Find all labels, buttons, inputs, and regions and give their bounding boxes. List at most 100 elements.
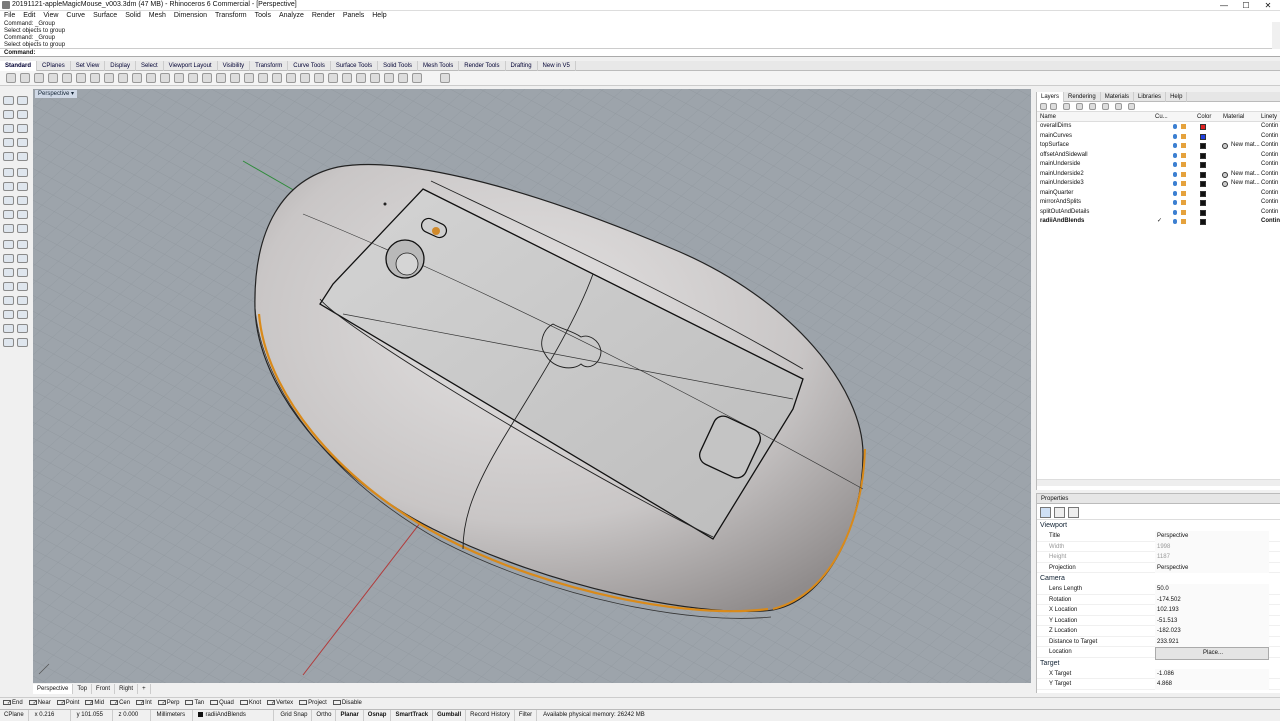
sphere-icon[interactable]: [17, 182, 28, 191]
osnap-toggle[interactable]: Perp: [155, 698, 183, 708]
tab-mesh-tools[interactable]: Mesh Tools: [418, 61, 460, 71]
layer-linetype[interactable]: Contin: [1261, 217, 1280, 227]
layer-name[interactable]: topSurface: [1040, 141, 1069, 151]
grid-icon[interactable]: [230, 73, 240, 83]
layer-row[interactable]: radiiAndBlends ✓ Contin: [1037, 217, 1280, 227]
layer-visibility-bulb-icon[interactable]: [1173, 200, 1177, 205]
layer-linetype[interactable]: Contin: [1261, 122, 1278, 132]
layer-row[interactable]: splitOutAndDetails Contin: [1037, 208, 1280, 218]
status-toggle[interactable]: Planar: [336, 710, 364, 721]
tab-new-in-v5[interactable]: New in V5: [538, 61, 576, 71]
layer-color-swatch[interactable]: [1200, 133, 1206, 140]
layer-lock-icon[interactable]: [1181, 152, 1186, 158]
osnap-checkbox[interactable]: [267, 699, 276, 705]
print-icon[interactable]: [48, 73, 58, 83]
trim-icon[interactable]: [3, 224, 14, 233]
menu-tools[interactable]: Tools: [251, 11, 275, 21]
osnap-checkbox[interactable]: [210, 699, 219, 705]
panel-tab-layers[interactable]: Layers: [1037, 92, 1065, 102]
viewport-properties-icon[interactable]: [1054, 507, 1065, 518]
four-viewports-icon[interactable]: [216, 73, 226, 83]
properties-section-title[interactable]: Camera: [1037, 573, 1280, 584]
properties-icon[interactable]: [62, 73, 72, 83]
viewport-tab-right[interactable]: Right: [115, 684, 139, 694]
osnap-checkbox[interactable]: [28, 699, 37, 705]
osnap-checkbox[interactable]: [239, 699, 248, 705]
array-icon[interactable]: [17, 282, 28, 291]
osnap-checkbox[interactable]: [56, 699, 65, 705]
mirror-icon[interactable]: [3, 282, 14, 291]
snapshot-icon[interactable]: [17, 324, 28, 333]
osnap-toggle[interactable]: Int: [133, 698, 155, 708]
move-up-icon[interactable]: [1076, 103, 1083, 110]
tab-curve-tools[interactable]: Curve Tools: [288, 61, 331, 71]
paste-icon[interactable]: [104, 73, 114, 83]
open-file-icon[interactable]: [20, 73, 30, 83]
new-sublayer-icon[interactable]: [1050, 103, 1057, 110]
status-toggle[interactable]: Ortho: [312, 710, 337, 721]
layer-linetype[interactable]: Contin: [1261, 170, 1278, 180]
col-material[interactable]: Material: [1223, 112, 1244, 122]
layer-linetype[interactable]: Contin: [1261, 189, 1278, 199]
help-question-icon[interactable]: [440, 73, 450, 83]
layer-color-swatch[interactable]: [1200, 209, 1206, 216]
layer-color-swatch[interactable]: [1200, 143, 1206, 149]
layer-linetype[interactable]: Contin: [1261, 132, 1278, 142]
layer-linetype[interactable]: Contin: [1261, 151, 1278, 161]
layer-visibility-bulb-icon[interactable]: [1173, 124, 1177, 129]
undo-icon[interactable]: [118, 73, 128, 83]
osnap-checkbox[interactable]: [3, 699, 11, 705]
panel-tab-rendering[interactable]: Rendering: [1064, 92, 1101, 102]
save-file-icon[interactable]: [34, 73, 44, 83]
tab-standard[interactable]: Standard: [0, 61, 38, 71]
new-file-icon[interactable]: [6, 73, 16, 83]
layer-name[interactable]: radiiAndBlends: [1040, 217, 1084, 227]
osnap-toggle[interactable]: Disable: [330, 698, 365, 708]
layer-name[interactable]: mainUnderside2: [1040, 170, 1084, 180]
history-scrollbar[interactable]: [1272, 22, 1280, 49]
layer-icon[interactable]: [314, 73, 324, 83]
layer-tools-icon[interactable]: [1115, 103, 1122, 110]
osnap-checkbox[interactable]: [185, 699, 194, 705]
delete-layer-icon[interactable]: [1063, 103, 1070, 110]
add-viewport-tab-button[interactable]: +: [138, 684, 151, 694]
layer-visibility-bulb-icon[interactable]: [1173, 181, 1177, 186]
extrude-icon[interactable]: [17, 168, 28, 177]
layer-visibility-bulb-icon[interactable]: [1173, 143, 1177, 148]
menu-edit[interactable]: Edit: [19, 11, 39, 21]
scale-icon[interactable]: [17, 268, 28, 277]
move-icon[interactable]: [258, 73, 268, 83]
panel-tab-libraries[interactable]: Libraries: [1134, 92, 1167, 102]
zoom-extents-icon[interactable]: [188, 73, 198, 83]
tab-drafting[interactable]: Drafting: [506, 61, 538, 71]
layer-row[interactable]: offsetAndSidewall Contin: [1037, 151, 1280, 161]
layer-row[interactable]: mainCurves Contin: [1037, 132, 1280, 142]
layer-name[interactable]: mainCurves: [1040, 132, 1072, 142]
menu-transform[interactable]: Transform: [211, 11, 251, 21]
status-current-layer[interactable]: radiiAndBlends: [194, 710, 275, 721]
status-toggle[interactable]: Grid Snap: [276, 710, 313, 721]
tab-set-view[interactable]: Set View: [71, 61, 106, 71]
analyze-icon[interactable]: [3, 310, 14, 319]
lock-icon[interactable]: [300, 73, 310, 83]
status-units[interactable]: Millimeters: [153, 710, 193, 721]
dimension-icon[interactable]: [3, 296, 14, 305]
group-icon[interactable]: [3, 338, 14, 347]
col-color[interactable]: Color: [1197, 112, 1211, 122]
osnap-checkbox[interactable]: [136, 699, 145, 705]
layer-row[interactable]: mainQuarter Contin: [1037, 189, 1280, 199]
layer-lock-icon[interactable]: [1181, 200, 1186, 205]
place-location-button[interactable]: Place...: [1155, 647, 1269, 660]
viewport-tab-top[interactable]: Top: [73, 684, 93, 694]
layer-name[interactable]: splitOutAndDetails: [1040, 208, 1089, 218]
layer-linetype[interactable]: Contin: [1261, 141, 1278, 151]
ungroup-icon[interactable]: [17, 338, 28, 347]
layer-lock-icon[interactable]: [1181, 219, 1186, 224]
tab-solid-tools[interactable]: Solid Tools: [378, 61, 419, 71]
surface-icon[interactable]: [3, 168, 14, 177]
property-value[interactable]: 4.868: [1155, 679, 1269, 690]
viewport-title-tab[interactable]: Perspective ▾: [35, 90, 78, 98]
cylinder-icon[interactable]: [3, 196, 14, 205]
tab-surface-tools[interactable]: Surface Tools: [331, 61, 379, 71]
zoom-window-icon[interactable]: [174, 73, 184, 83]
